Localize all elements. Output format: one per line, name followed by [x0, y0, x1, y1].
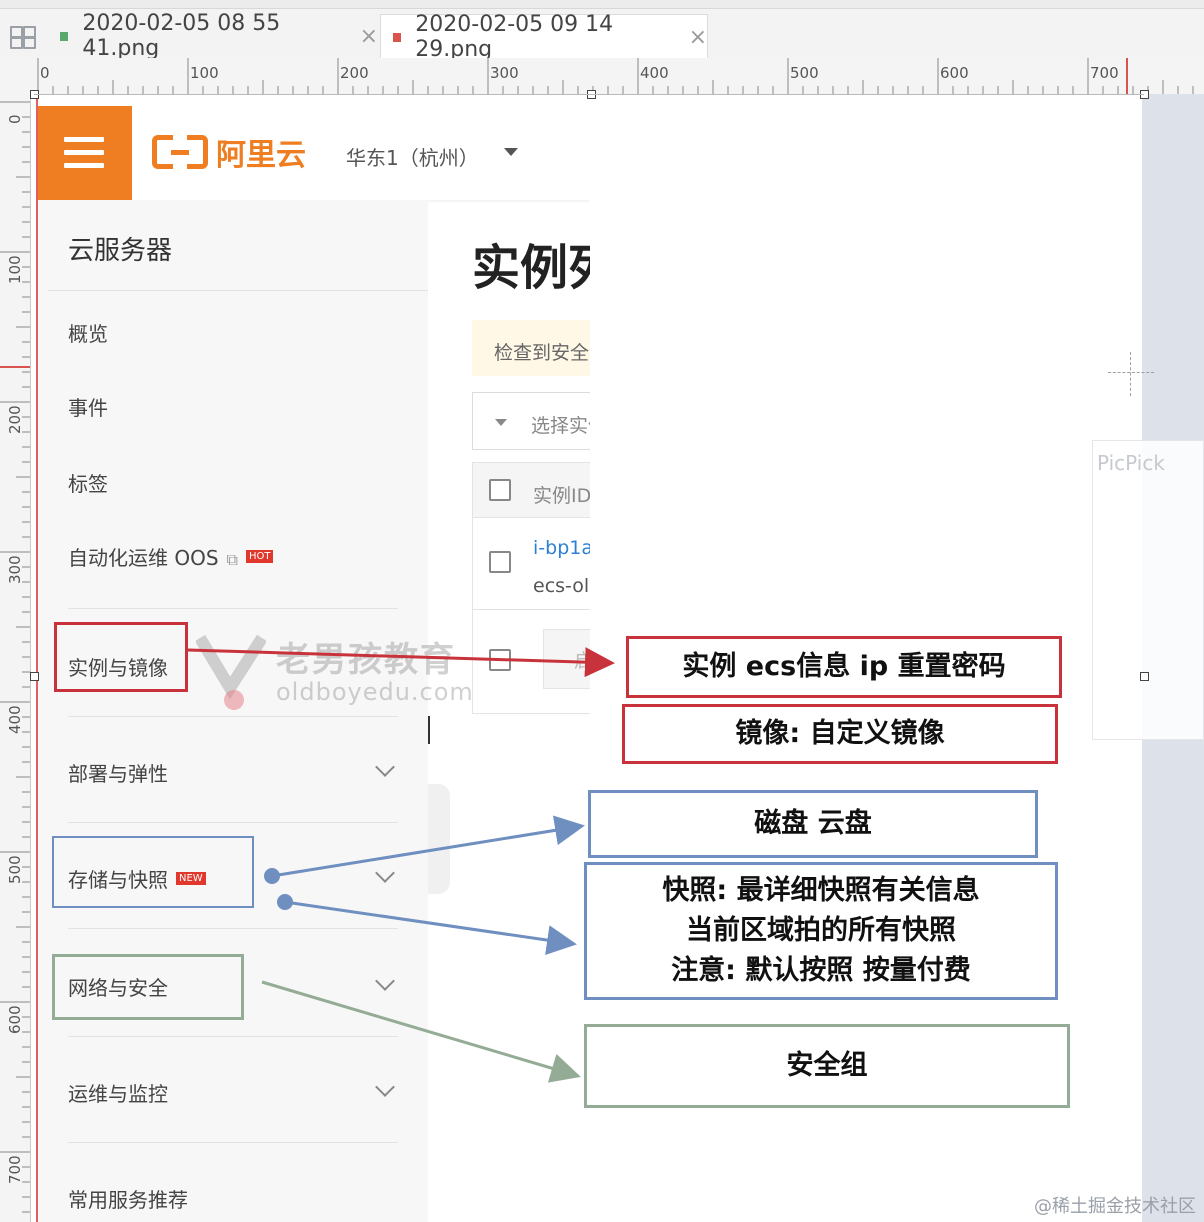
arrow-snapshot	[284, 900, 577, 955]
annotation-disk: 磁盘 云盘	[588, 790, 1038, 858]
annotation-instance: 实例 ecs信息 ip 重置密码	[626, 636, 1062, 698]
annotation-text: 当前区域拍的所有快照	[686, 915, 956, 946]
annotation-image: 镜像: 自定义镜像	[622, 704, 1058, 764]
annotation-text: 镜像: 自定义镜像	[735, 718, 945, 749]
annotation-security: 安全组	[584, 1024, 1070, 1108]
annotation-text: 快照: 最详细快照有关信息	[662, 875, 980, 906]
arrow-disk	[271, 815, 585, 878]
annotation-text: 安全组	[786, 1050, 868, 1081]
annotation-text: 磁盘 云盘	[754, 808, 872, 839]
annotation-text: 实例 ecs信息 ip 重置密码	[682, 651, 1006, 682]
arrow-instances	[187, 647, 615, 678]
arrow-security	[261, 980, 581, 1083]
footer-watermark: @稀土掘金技术社区	[1034, 1196, 1196, 1217]
annotation-snapshot: 快照: 最详细快照有关信息 当前区域拍的所有快照 注意: 默认按照 按量付费	[584, 862, 1058, 1000]
annotation-text: 注意: 默认按照 按量付费	[671, 955, 971, 986]
